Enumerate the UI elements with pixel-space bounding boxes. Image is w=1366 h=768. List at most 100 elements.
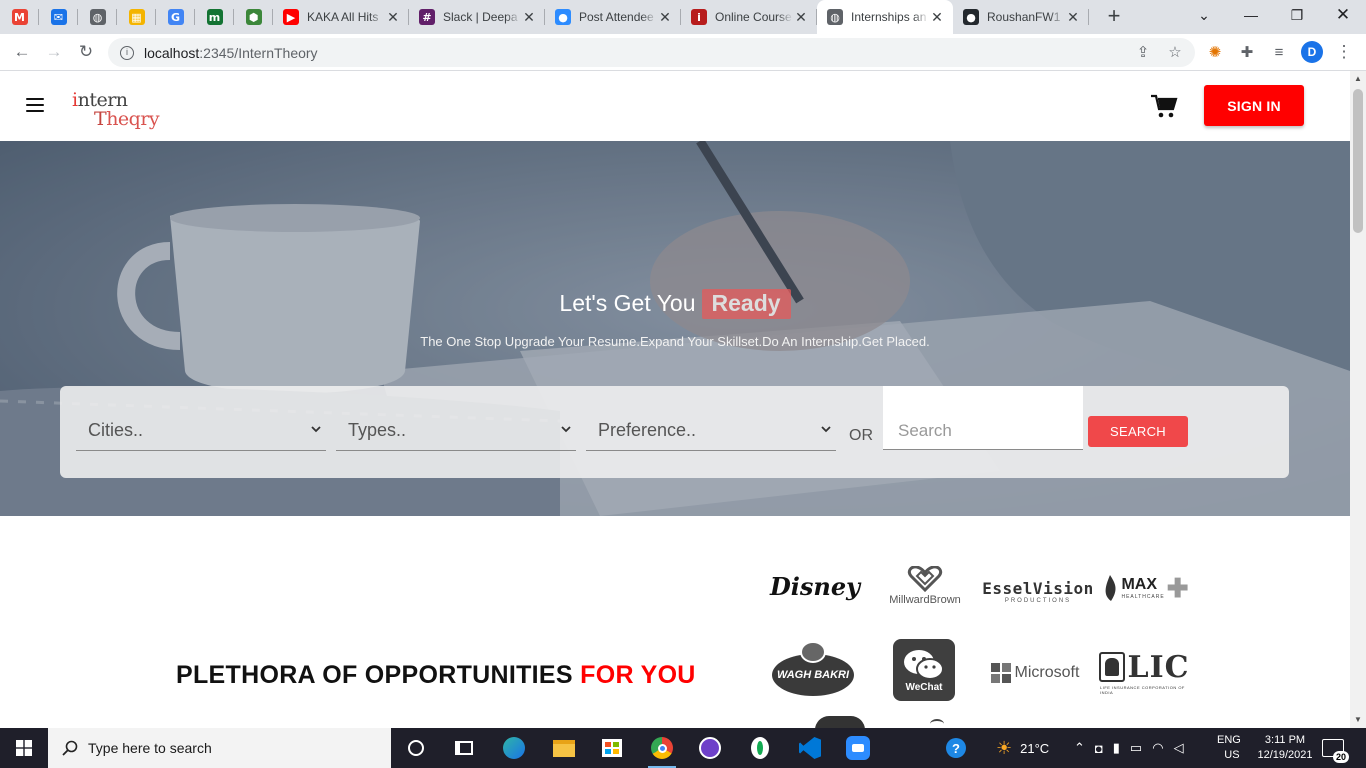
browser-tab[interactable]: # Slack | Deepa ✕ xyxy=(409,0,545,34)
hero-subtitle: The One Stop Upgrade Your Resume.Expand … xyxy=(420,334,930,349)
edge-icon[interactable] xyxy=(490,728,538,768)
wechat-bubbles-icon xyxy=(904,649,944,680)
bookmark-star-icon[interactable]: ☆ xyxy=(1160,37,1190,67)
partial-brand-logo xyxy=(815,716,865,728)
gmail-icon: M xyxy=(11,9,28,25)
media-queue-icon[interactable]: ≡ xyxy=(1264,37,1294,67)
scroll-down-arrow-icon[interactable]: ▼ xyxy=(1350,712,1366,728)
page-viewport: intern Theqry SIGN IN Let's Get You Read… xyxy=(0,71,1350,728)
pinned-tab[interactable]: G xyxy=(156,0,195,34)
pinned-tab[interactable]: ◍ xyxy=(78,0,117,34)
chrome-menu-icon[interactable]: ⋮ xyxy=(1329,37,1359,67)
profile-avatar[interactable]: D xyxy=(1297,37,1327,67)
system-tray-icons[interactable]: ⌃ ◘ ▮ ▭ ◠ ◁ xyxy=(1074,728,1194,768)
microsoft-logo: Microsoft xyxy=(988,658,1082,688)
mongodb-compass-icon[interactable] xyxy=(736,728,784,768)
language-indicator[interactable]: ENG US xyxy=(1217,728,1241,768)
microphone-icon[interactable]: ▮ xyxy=(1113,740,1130,756)
cortana-icon[interactable] xyxy=(392,728,440,768)
partial-brand-logo-2 xyxy=(930,719,944,728)
browser-tab[interactable]: i Online Course ✕ xyxy=(681,0,817,34)
search-button[interactable]: SEARCH xyxy=(1088,416,1188,447)
address-bar[interactable]: i localhost:2345/InternTheory xyxy=(108,38,1195,67)
windows-start-button[interactable] xyxy=(0,728,48,768)
types-select[interactable]: Types.. xyxy=(336,411,576,451)
scrollbar-thumb[interactable] xyxy=(1353,89,1363,233)
millwardbrown-logo: MillwardBrown xyxy=(880,561,970,611)
close-window-button[interactable]: ✕ xyxy=(1320,0,1366,30)
globe-icon: ◍ xyxy=(827,9,843,25)
disney-logo: Disney xyxy=(769,571,861,601)
new-tab-button[interactable]: + xyxy=(1099,2,1129,32)
share-icon[interactable]: ⇪ xyxy=(1128,37,1158,67)
notification-center-button[interactable]: 20 xyxy=(1322,728,1349,768)
sign-in-button[interactable]: SIGN IN xyxy=(1204,85,1304,126)
chrome-icon[interactable] xyxy=(638,728,686,768)
weather-widget[interactable]: ☀ 21°C xyxy=(996,728,1049,768)
lic-emblem-icon xyxy=(1098,652,1125,682)
pinned-tab[interactable]: M xyxy=(0,0,39,34)
help-icon[interactable]: ? xyxy=(946,728,966,768)
close-tab-icon[interactable]: ✕ xyxy=(385,9,401,25)
file-explorer-icon[interactable] xyxy=(540,728,588,768)
extensions-puzzle-icon[interactable]: ✚ xyxy=(1232,37,1262,67)
close-tab-icon[interactable]: ✕ xyxy=(657,9,673,25)
maximize-button[interactable]: ❐ xyxy=(1274,0,1320,30)
taskbar-search-box[interactable]: Type here to search xyxy=(48,728,391,768)
cities-select[interactable]: Cities.. xyxy=(76,411,326,451)
browser-tab[interactable]: ● Post Attendee ✕ xyxy=(545,0,681,34)
heart-icon xyxy=(907,566,943,592)
reload-button[interactable]: ↻ xyxy=(70,36,102,68)
github-desktop-icon[interactable] xyxy=(686,728,734,768)
tray-chevron-up-icon[interactable]: ⌃ xyxy=(1074,740,1095,756)
microsoft-windows-icon xyxy=(990,663,1011,683)
close-tab-icon[interactable]: ✕ xyxy=(793,9,809,25)
browser-tab-strip: M ✉ ◍ ▦ Gm ⬢ ▶ KAKA All Hits ✕ # Slack | Deepa ✕ ● Po… xyxy=(0,0,1366,34)
close-tab-icon[interactable]: ✕ xyxy=(1065,9,1081,25)
slack-icon: # xyxy=(419,9,435,25)
vscode-icon[interactable] xyxy=(786,728,834,768)
cart-icon[interactable] xyxy=(1150,93,1178,119)
tab-search-chevron-icon[interactable]: ⌄ xyxy=(1181,0,1227,30)
interntheory-logo[interactable]: intern Theqry xyxy=(72,89,160,135)
close-tab-icon[interactable]: ✕ xyxy=(929,9,945,25)
search-panel: Cities.. Types.. Preference.. OR Search … xyxy=(60,386,1289,478)
meet-icon: m xyxy=(206,9,223,25)
clock[interactable]: 3:11 PM 12/19/2021 xyxy=(1252,728,1318,768)
youtube-icon: ▶ xyxy=(283,9,299,25)
scroll-up-arrow-icon[interactable]: ▲ xyxy=(1350,71,1366,87)
tab-title: Online Course xyxy=(715,10,792,24)
extension-bug-icon[interactable]: ✺ xyxy=(1200,37,1230,67)
battery-icon[interactable]: ▭ xyxy=(1130,740,1152,756)
browser-toolbar: ← → ↻ i localhost:2345/InternTheory ⇪ ☆ … xyxy=(0,34,1366,71)
pinned-tab[interactable]: m xyxy=(195,0,234,34)
chevron-down-icon xyxy=(561,426,571,433)
notification-count-badge: 20 xyxy=(1332,751,1349,763)
pinned-tab[interactable]: ⬢ xyxy=(234,0,273,34)
wagh-bakri-logo: WAGH BAKRI xyxy=(772,641,854,697)
preference-select[interactable]: Preference.. xyxy=(586,411,836,451)
hamburger-menu-icon[interactable] xyxy=(26,98,44,112)
google-icon: G xyxy=(167,9,184,25)
meet-now-icon[interactable]: ◘ xyxy=(1095,741,1113,756)
wifi-icon[interactable]: ◠ xyxy=(1152,740,1173,756)
pinned-tab[interactable]: ✉ xyxy=(39,0,78,34)
tab-title: Slack | Deepa xyxy=(443,10,518,24)
page-scrollbar[interactable]: ▲ ▼ xyxy=(1350,71,1366,728)
back-button[interactable]: ← xyxy=(6,36,38,68)
volume-icon[interactable]: ◁ xyxy=(1174,740,1194,756)
browser-tab[interactable]: ▶ KAKA All Hits ✕ xyxy=(273,0,409,34)
zoom-icon[interactable] xyxy=(834,728,882,768)
minimize-button[interactable]: — xyxy=(1228,0,1274,30)
forward-button[interactable]: → xyxy=(38,36,70,68)
flame-icon xyxy=(1106,575,1117,601)
browser-tab[interactable]: ◍ Internships an ✕ xyxy=(817,0,953,34)
browser-tab[interactable]: ● RoushanFW1 ✕ xyxy=(953,0,1089,34)
site-info-icon[interactable]: i xyxy=(120,45,134,60)
task-view-icon[interactable] xyxy=(440,728,488,768)
search-input[interactable]: Search xyxy=(883,386,1083,450)
pinned-tab[interactable]: ▦ xyxy=(117,0,156,34)
windows-logo-icon xyxy=(16,740,32,756)
close-tab-icon[interactable]: ✕ xyxy=(521,9,537,25)
store-icon[interactable] xyxy=(588,728,636,768)
